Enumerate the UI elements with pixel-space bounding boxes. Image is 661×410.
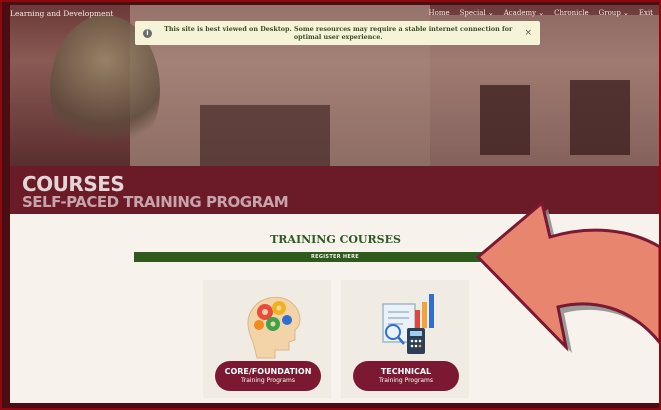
page-frame [0, 0, 661, 410]
